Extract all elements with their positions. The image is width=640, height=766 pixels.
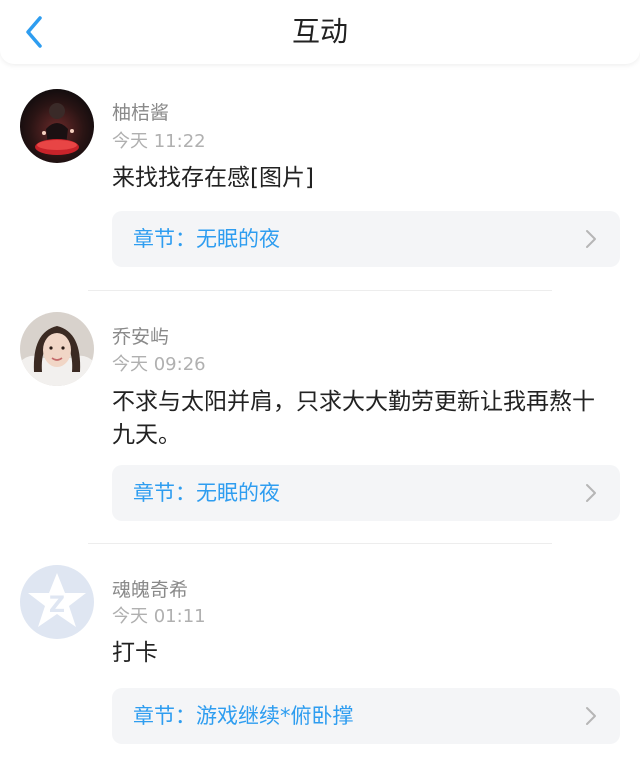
timestamp: 今天 01:11 [112,606,206,627]
timestamp: 今天 09:26 [112,354,206,375]
chapter-link-card[interactable]: 章节：无眠的夜 [112,211,620,267]
chapter-link-card[interactable]: 章节：游戏继续*俯卧撑 [112,688,620,744]
chapter-label: 章节：无眠的夜 [133,481,280,505]
page-title: 互动 [291,15,348,48]
chapter-link-card[interactable]: 章节：无眠的夜 [112,465,620,521]
timestamp: 今天 11:22 [112,131,206,152]
avatar[interactable] [20,89,94,163]
comment-text: 不求与太阳并肩，只求大大勤劳更新让我再熬十九天。 [112,389,595,448]
chevron-right-icon [586,230,596,248]
chapter-label: 章节：游戏继续*俯卧撑 [133,704,354,728]
username[interactable]: 魂魄奇希 [112,578,188,602]
avatar[interactable] [20,312,94,386]
username[interactable]: 柚桔酱 [112,101,169,125]
chapter-label: 章节：无眠的夜 [133,227,280,251]
top-navigation-bar: 互动 [0,0,640,64]
avatar[interactable]: Z [20,565,94,639]
comment-text: 来找找存在感[图片] [112,165,314,191]
chevron-right-icon [586,484,596,502]
chevron-right-icon [586,707,596,725]
comment-text: 打卡 [112,640,158,666]
divider [88,290,552,291]
username[interactable]: 乔安屿 [112,325,169,349]
divider [88,543,552,544]
svg-text:Z: Z [49,593,65,618]
